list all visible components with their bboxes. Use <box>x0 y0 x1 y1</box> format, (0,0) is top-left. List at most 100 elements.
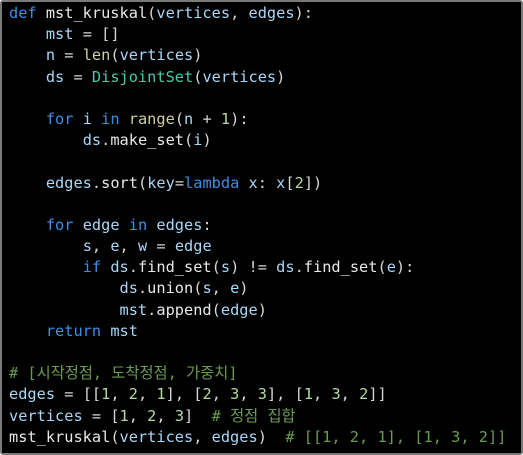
code-token: , <box>193 427 212 446</box>
code-token: ) <box>239 279 249 298</box>
code-line: for i in range(n + 1): <box>9 109 506 130</box>
code-line: s, e, w = edge <box>9 236 506 257</box>
code-token: 1 <box>303 385 314 404</box>
code-token: key <box>147 173 175 192</box>
code-token: vertices <box>119 427 194 446</box>
code-line: def mst_kruskal(vertices, edges): <box>9 3 506 24</box>
code-token: ( <box>110 46 120 65</box>
code-token: , <box>340 385 360 404</box>
code-token: ds <box>119 279 138 298</box>
code-token: ]] <box>368 385 387 404</box>
code-token: = [ <box>82 406 120 425</box>
code-token: . <box>91 173 102 192</box>
code-token: . <box>137 279 148 298</box>
code-token: 2 <box>147 406 157 425</box>
code-token: if <box>82 258 111 277</box>
code-token: make_set <box>110 131 185 150</box>
code-token: ( <box>377 258 387 277</box>
code-token: 1 <box>119 406 129 425</box>
code-token: mst <box>119 300 148 319</box>
code-token: ( <box>147 4 157 22</box>
code-token: ], [ <box>165 385 203 404</box>
code-token: i <box>82 109 92 128</box>
code-token: 3 <box>174 406 185 425</box>
code-token: 2 <box>202 385 212 404</box>
code-token: [ <box>285 173 295 192</box>
code-token: 3 <box>257 385 267 404</box>
code-token: , <box>211 385 231 404</box>
code-token: vertices <box>9 406 83 425</box>
code-line: return mst <box>9 321 506 342</box>
code-line: ds = DisjointSet(vertices) <box>9 67 506 88</box>
code-token: in <box>119 215 157 234</box>
code-token: in <box>91 109 129 128</box>
code-token: len <box>82 46 111 65</box>
code-token: edge <box>220 300 258 319</box>
code-token: ds <box>276 258 295 277</box>
code-token: n <box>184 109 194 128</box>
code-token: 1 <box>220 109 231 128</box>
code-token: ( <box>211 300 221 319</box>
code-line: for edge in edges: <box>9 215 506 236</box>
code-token: mst <box>45 25 74 44</box>
code-token: 1 <box>101 385 111 404</box>
code-token: x <box>248 173 258 192</box>
code-token: ) <box>257 427 286 446</box>
code-token: ], [ <box>266 385 304 404</box>
code-token: , <box>137 385 157 404</box>
code-token: range <box>128 109 175 128</box>
code-line: vertices = [1, 2, 3] # 정점 집합 <box>9 406 506 427</box>
code-token: # [시작정점, 도착정점, 가중치] <box>9 364 238 383</box>
code-token: , <box>128 406 148 425</box>
code-token: mst_kruskal <box>9 427 111 446</box>
code-token: mst_kruskal <box>45 4 148 22</box>
code-editor[interactable]: def mst_kruskal(vertices, edges): mst = … <box>0 0 523 455</box>
code-token: + <box>193 109 221 128</box>
code-token: . <box>128 258 138 277</box>
code-token: find_set <box>137 258 212 277</box>
code-token: union <box>147 279 194 298</box>
code-token: s <box>220 258 231 277</box>
code-token: 2 <box>359 385 369 404</box>
code-token: , <box>211 279 231 298</box>
code-token: ) <box>276 67 286 86</box>
code-token: e <box>386 258 396 277</box>
code-token: sort <box>101 173 138 192</box>
code-token: ( <box>184 131 194 150</box>
code-token: 2 <box>294 173 304 192</box>
code-token: , <box>313 385 332 404</box>
code-token: s <box>202 279 212 298</box>
code-token: return <box>45 321 111 340</box>
code-token: = <box>55 46 83 65</box>
code-token: . <box>294 258 304 277</box>
code-token: e <box>230 279 240 298</box>
code-token: edge <box>174 237 212 256</box>
code-token: ]) <box>303 173 323 192</box>
code-token: ds <box>82 131 102 150</box>
code-line: n = len(vertices) <box>9 45 506 66</box>
code-token: . <box>147 300 157 319</box>
code-token: ] <box>184 406 212 425</box>
code-token: w <box>137 237 148 256</box>
code-token: s <box>82 237 92 256</box>
code-token: = <box>174 173 185 192</box>
code-token: mst <box>110 321 138 340</box>
code-token: edges <box>248 4 295 22</box>
code-token: ): <box>230 109 249 128</box>
code-token: , <box>110 385 129 404</box>
code-line: ds.union(s, e) <box>9 278 506 299</box>
code-token: ( <box>211 258 221 277</box>
code-token: ) != <box>230 258 277 277</box>
code-token: = <box>147 237 175 256</box>
